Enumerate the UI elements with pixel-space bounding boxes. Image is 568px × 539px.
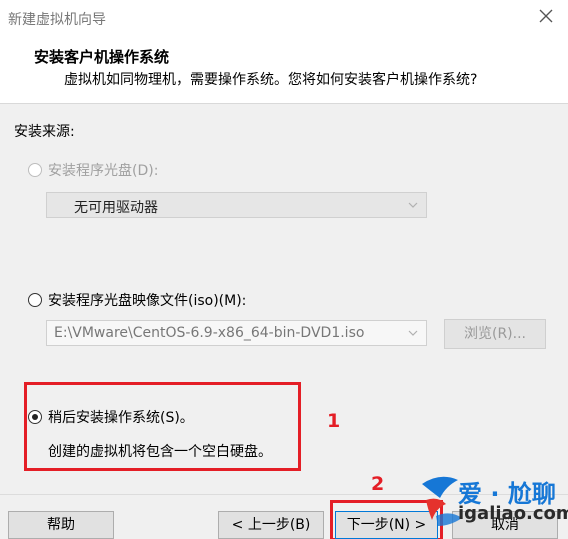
page-subtitle: 虚拟机如同物理机，需要操作系统。您将如何安装客户机操作系统? (64, 72, 478, 88)
drive-select[interactable]: 无可用驱动器 (46, 192, 427, 218)
radio-iso[interactable] (28, 293, 42, 307)
page-title: 安装客户机操作系统 (34, 48, 170, 66)
title-bar: 新建虚拟机向导 (0, 0, 568, 36)
iso-path-value: E:\VMware\CentOS-6.9-x86_64-bin-DVD1.iso (54, 325, 365, 341)
browse-button[interactable]: 浏览(R)... (444, 319, 546, 349)
watermark-url: igaliao.com (458, 503, 568, 524)
annotation-box-1 (24, 382, 301, 471)
iso-path-input[interactable]: E:\VMware\CentOS-6.9-x86_64-bin-DVD1.iso (46, 320, 427, 346)
chevron-down-icon (408, 330, 418, 336)
window-title: 新建虚拟机向导 (8, 12, 106, 28)
chevron-down-icon (408, 202, 418, 208)
annotation-marker-2: 2 (371, 473, 385, 495)
annotation-marker-1: 1 (327, 410, 341, 432)
radio-disc-label: 安装程序光盘(D): (48, 163, 159, 179)
source-label: 安装来源: (14, 124, 75, 140)
radio-iso-label: 安装程序光盘映像文件(iso)(M): (48, 293, 247, 309)
help-button[interactable]: 帮助 (8, 511, 114, 539)
wizard-header: 安装客户机操作系统 虚拟机如同物理机，需要操作系统。您将如何安装客户机操作系统? (0, 36, 568, 104)
drive-select-value: 无可用驱动器 (74, 200, 158, 216)
back-button[interactable]: < 上一步(B) (218, 511, 324, 539)
close-icon[interactable] (536, 6, 556, 26)
radio-disc[interactable] (28, 163, 42, 177)
watermark-logo (422, 476, 462, 526)
